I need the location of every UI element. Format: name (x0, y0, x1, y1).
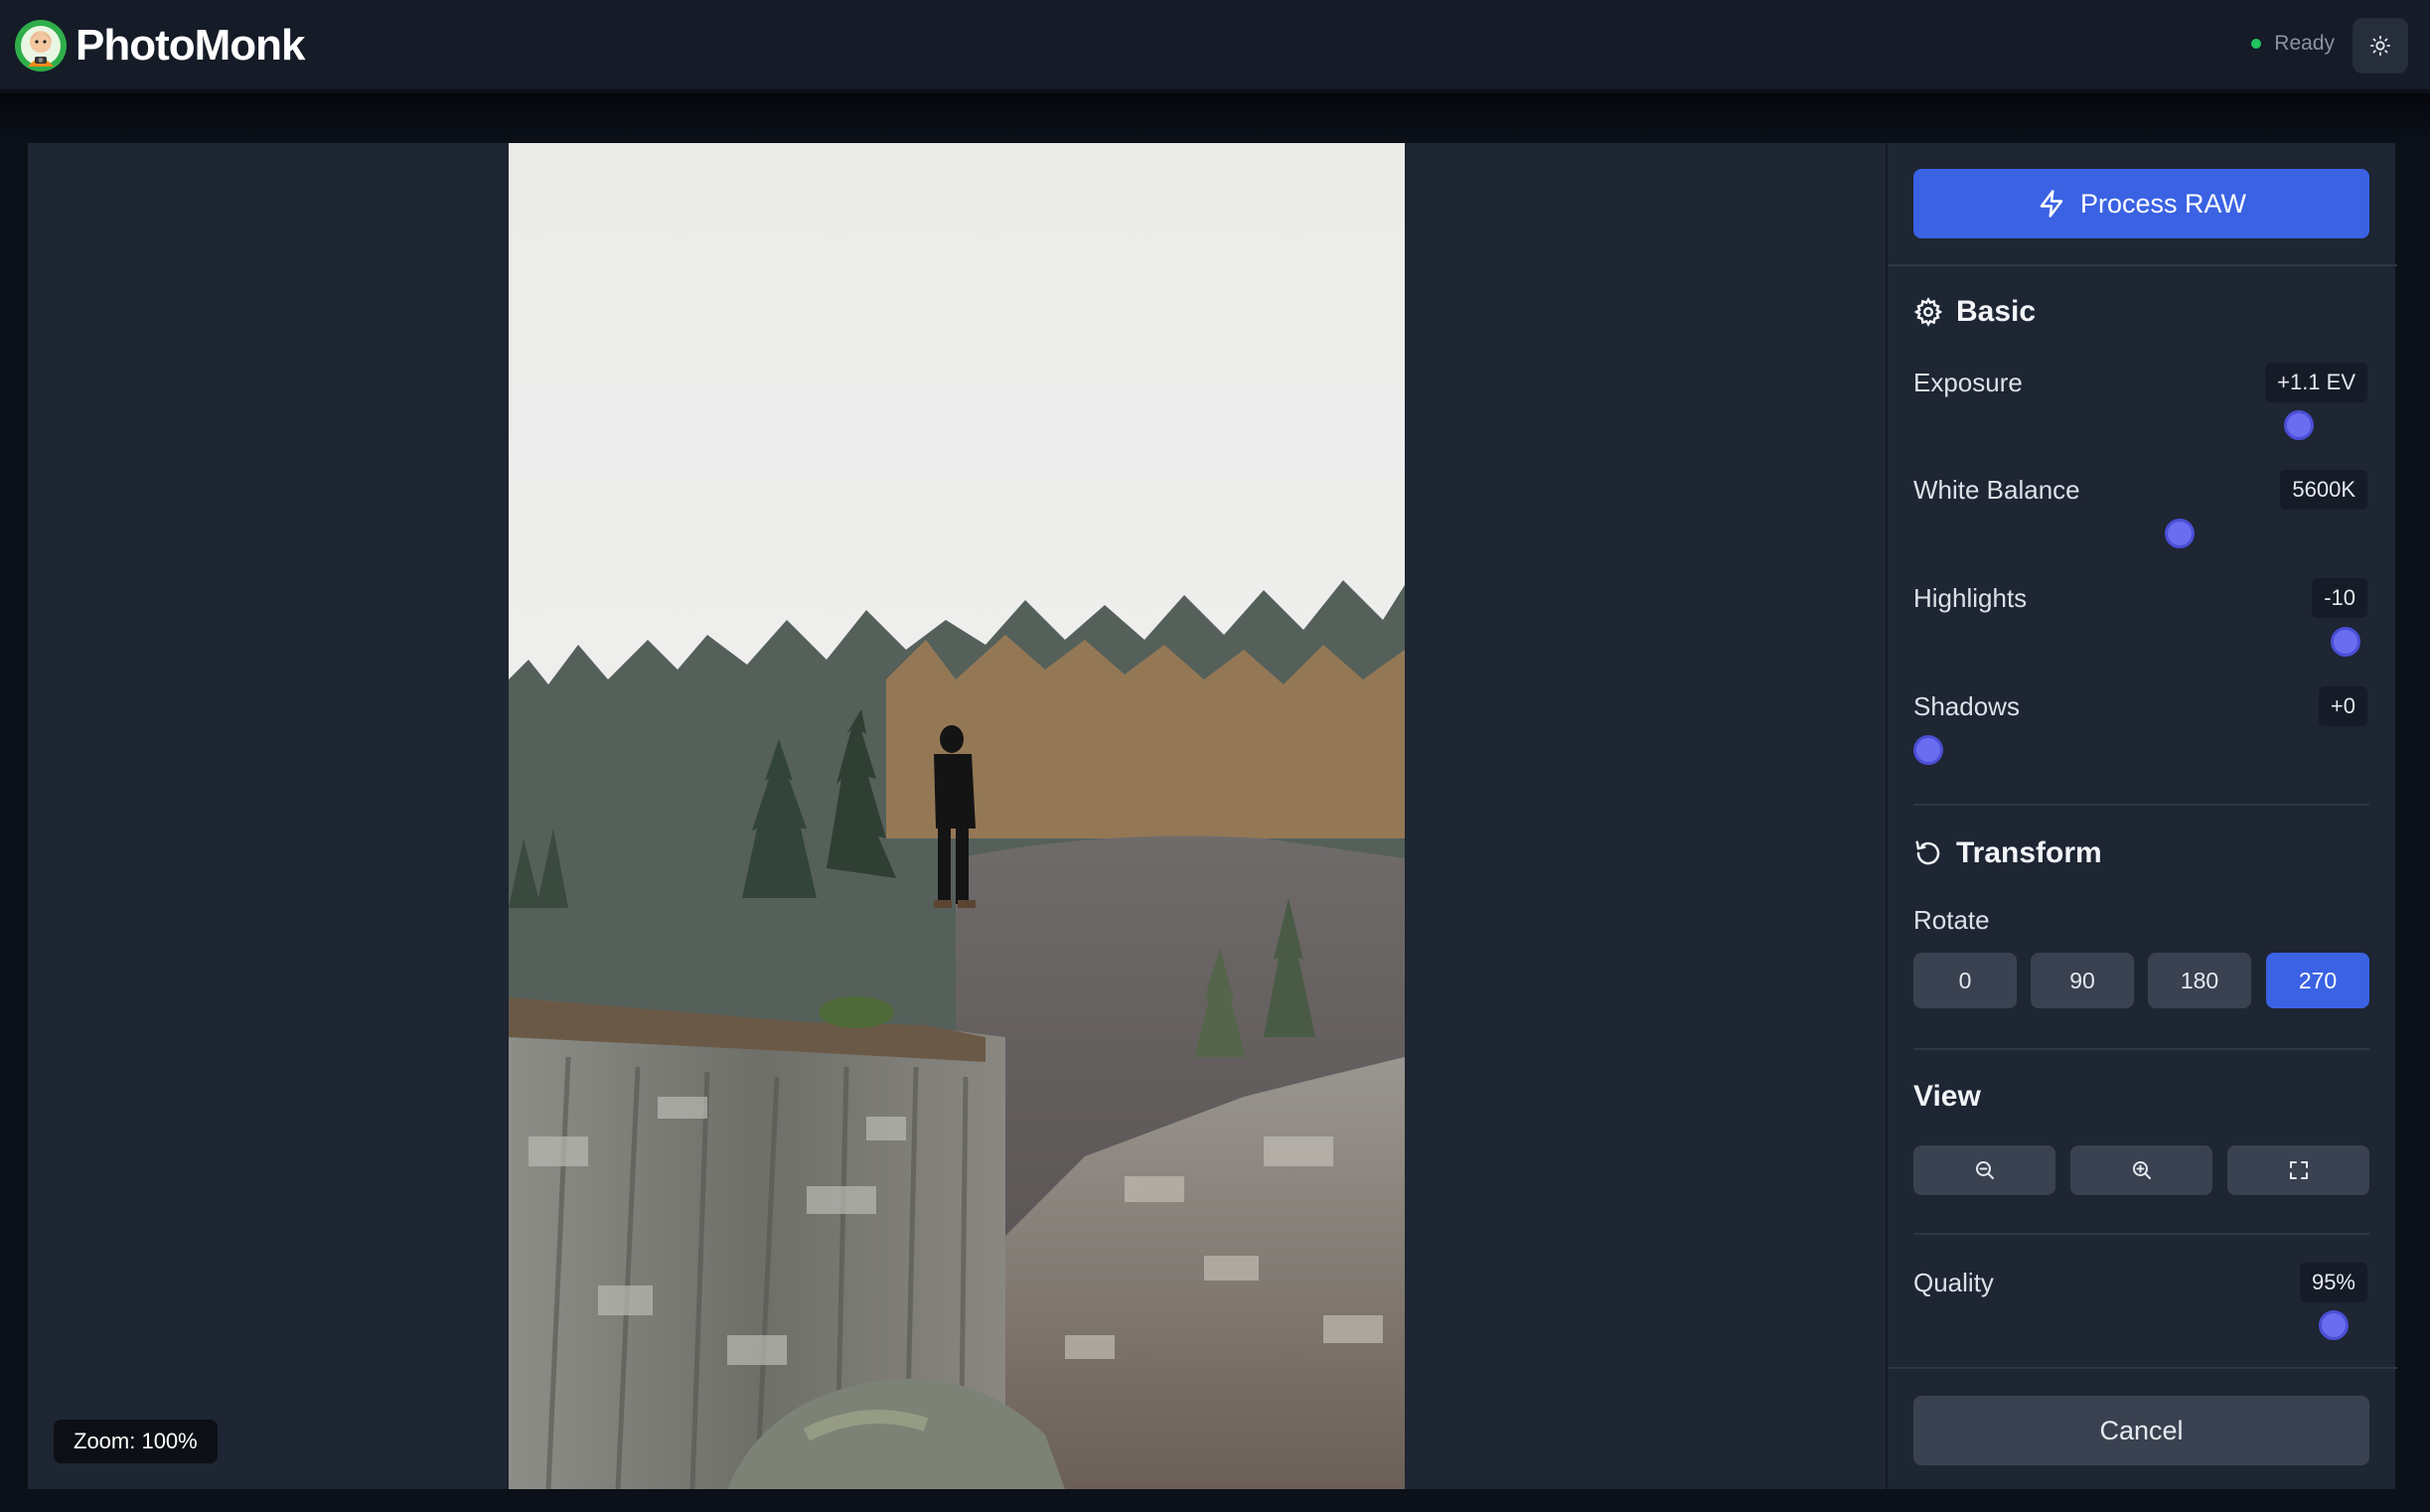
zoom-out-button[interactable] (1913, 1145, 2055, 1195)
photo-preview[interactable] (509, 143, 1405, 1489)
app-title: PhotoMonk (76, 21, 306, 70)
highlights-value: -10 (2312, 578, 2367, 618)
process-raw-label: Process RAW (2079, 188, 2247, 219)
shadows-value: +0 (2318, 686, 2367, 726)
highlights-slider[interactable] (1913, 627, 2369, 657)
rotate-label: Rotate (1913, 905, 1990, 935)
shadows-slider[interactable] (1913, 735, 2369, 765)
divider (1913, 1048, 2369, 1050)
rotate-icon (1915, 840, 1940, 865)
app-window: PhotoMonk Ready Zoom: 100% Process RAW B… (0, 0, 2430, 1512)
quality-value: 95% (2299, 1263, 2367, 1302)
rotate-90-button[interactable]: 90 (2031, 953, 2134, 1008)
slider-knob[interactable] (1913, 735, 1943, 765)
exposure-slider[interactable] (1913, 410, 2369, 440)
lightning-icon (2040, 190, 2063, 218)
monk-logo-icon (15, 20, 67, 72)
gear-icon (1913, 297, 1943, 327)
highlights-label: Highlights (1913, 583, 2028, 613)
zoom-indicator: Zoom: 100% (54, 1420, 218, 1463)
slider-knob[interactable] (2165, 519, 2195, 548)
divider (1888, 1367, 2397, 1369)
exposure-label: Exposure (1913, 368, 2023, 397)
status-indicator: Ready (2251, 32, 2335, 56)
image-canvas[interactable]: Zoom: 100% (28, 143, 1886, 1489)
shadows-label: Shadows (1913, 691, 2020, 721)
white-balance-value: 5600K (2280, 470, 2367, 510)
slider-knob[interactable] (2331, 627, 2360, 657)
quality-slider[interactable] (1913, 1310, 2369, 1340)
settings-panel: Process RAW Basic Exposure +1.1 EV White… (1886, 143, 2397, 1489)
view-section-title: View (1913, 1080, 1981, 1113)
slider-knob[interactable] (2319, 1310, 2349, 1340)
fullscreen-button[interactable] (2227, 1145, 2369, 1195)
transform-section-title: Transform (1913, 836, 2102, 870)
rotate-180-button[interactable]: 180 (2148, 953, 2251, 1008)
theme-toggle-button[interactable] (2353, 18, 2408, 74)
rotate-0-button[interactable]: 0 (1913, 953, 2017, 1008)
divider (1913, 804, 2369, 806)
basic-section-title: Basic (1913, 295, 2036, 329)
zoom-in-button[interactable] (2070, 1145, 2212, 1195)
white-balance-slider[interactable] (1913, 519, 2369, 548)
toolbar-gap (0, 93, 2430, 143)
exposure-value: +1.1 EV (2265, 363, 2367, 402)
zoom-out-icon (1975, 1161, 1994, 1179)
brand: PhotoMonk (14, 16, 306, 76)
divider (1913, 1233, 2369, 1235)
white-balance-label: White Balance (1913, 475, 2080, 505)
cancel-button[interactable]: Cancel (1913, 1396, 2369, 1465)
status-text: Ready (2274, 32, 2335, 55)
status-dot-icon (2251, 39, 2262, 49)
divider (1888, 264, 2397, 266)
rotate-270-button[interactable]: 270 (2266, 953, 2369, 1008)
process-raw-button[interactable]: Process RAW (1913, 169, 2369, 238)
slider-knob[interactable] (2284, 410, 2314, 440)
quality-label: Quality (1913, 1268, 1994, 1297)
top-bar: PhotoMonk Ready (0, 0, 2430, 91)
sun-icon (2369, 35, 2391, 57)
zoom-in-icon (2132, 1161, 2151, 1179)
fullscreen-icon (2289, 1161, 2308, 1179)
